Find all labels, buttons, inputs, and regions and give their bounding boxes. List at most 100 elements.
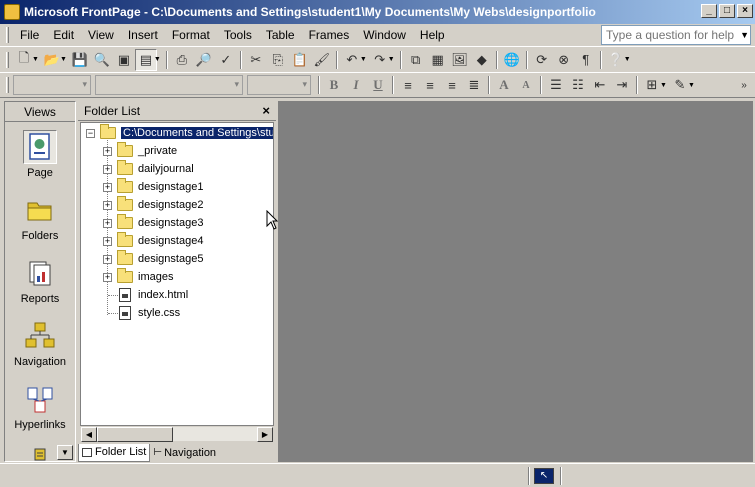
stop-icon[interactable]: ⊗ <box>553 49 575 71</box>
web-component-icon[interactable]: ⧉ <box>405 49 427 71</box>
view-page[interactable]: Page <box>5 130 75 179</box>
menu-format[interactable]: Format <box>165 28 217 42</box>
help-search-dropdown-icon[interactable]: ▼ <box>740 30 749 40</box>
close-folder-list-icon[interactable]: × <box>262 103 270 118</box>
editor-workspace[interactable] <box>278 101 753 462</box>
view-reports[interactable]: Reports <box>5 256 75 305</box>
align-left-icon[interactable]: ≡ <box>397 74 419 96</box>
save-icon[interactable]: 💾 <box>69 49 91 71</box>
maximize-button[interactable]: □ <box>719 4 735 18</box>
toolbar-more-icon[interactable]: » <box>733 74 755 96</box>
tree-folder-images[interactable]: + images <box>103 268 173 286</box>
menu-tools[interactable]: Tools <box>217 28 259 42</box>
expand-icon[interactable]: + <box>103 200 112 210</box>
tree-root[interactable]: − C:\Documents and Settings\stud <box>86 124 273 142</box>
justify-icon[interactable]: ≣ <box>463 74 485 96</box>
undo-dropdown-icon[interactable]: ▼ <box>360 56 367 63</box>
show-all-icon[interactable]: ¶ <box>575 49 597 71</box>
tree-folder-designstage4[interactable]: + designstage4 <box>103 232 203 250</box>
menu-window[interactable]: Window <box>356 28 413 42</box>
tree-file-index[interactable]: index.html <box>117 286 188 304</box>
scroll-thumb[interactable] <box>97 427 173 442</box>
tree-folder-designstage1[interactable]: + designstage1 <box>103 178 203 196</box>
font-combo[interactable] <box>95 75 243 95</box>
publish-icon[interactable]: ▣ <box>113 49 135 71</box>
drawing-icon[interactable]: ◆ <box>471 49 493 71</box>
minimize-button[interactable]: _ <box>701 4 717 18</box>
collapse-icon[interactable]: − <box>86 128 95 138</box>
search-icon[interactable]: 🔍 <box>91 49 113 71</box>
toolbar-options-icon[interactable]: ▼ <box>624 56 631 63</box>
toggle-pane-dropdown-icon[interactable]: ▼ <box>154 56 161 63</box>
menu-insert[interactable]: Insert <box>121 28 165 42</box>
tree-folder-designstage5[interactable]: + designstage5 <box>103 250 203 268</box>
borders-dropdown-icon[interactable]: ▼ <box>660 82 667 89</box>
copy-icon[interactable]: ⎘ <box>267 49 289 71</box>
folder-list-title: Folder List <box>84 103 141 118</box>
style-combo[interactable] <box>13 75 91 95</box>
toolbar-grip[interactable] <box>6 51 9 68</box>
folder-tree-horizontal-scrollbar[interactable]: ◀ ▶ <box>80 426 274 442</box>
views-scroll-down-icon[interactable]: ▼ <box>57 445 73 460</box>
underline-icon[interactable]: U <box>367 74 389 96</box>
view-navigation[interactable]: Navigation <box>5 319 75 368</box>
increase-font-size-icon[interactable]: A <box>493 74 515 96</box>
align-center-icon[interactable]: ≡ <box>419 74 441 96</box>
numbering-icon[interactable]: ☰ <box>545 74 567 96</box>
help-search-input[interactable] <box>601 25 751 45</box>
align-right-icon[interactable]: ≡ <box>441 74 463 96</box>
tab-folder-list[interactable]: Folder List <box>78 443 151 462</box>
expand-icon[interactable]: + <box>103 218 112 228</box>
print-icon[interactable]: ⎙ <box>171 49 193 71</box>
expand-icon[interactable]: + <box>103 146 112 156</box>
menu-help[interactable]: Help <box>413 28 452 42</box>
tree-folder-designstage2[interactable]: + designstage2 <box>103 196 203 214</box>
tree-folder-private[interactable]: + _private <box>103 142 177 160</box>
frontpage-app-icon[interactable] <box>4 4 20 20</box>
expand-icon[interactable]: + <box>103 236 112 246</box>
expand-icon[interactable]: + <box>103 254 112 264</box>
expand-icon[interactable]: + <box>103 182 112 192</box>
increase-indent-icon[interactable]: ⇥ <box>611 74 633 96</box>
menu-file[interactable]: File <box>13 28 46 42</box>
paste-icon[interactable]: 📋 <box>289 49 311 71</box>
insert-picture-icon[interactable]: 🖼 <box>449 49 471 71</box>
new-dropdown-icon[interactable]: ▼ <box>32 56 39 63</box>
font-size-combo[interactable] <box>247 75 311 95</box>
redo-dropdown-icon[interactable]: ▼ <box>388 56 395 63</box>
tab-navigation[interactable]: ⊢ Navigation <box>150 444 219 462</box>
highlight-dropdown-icon[interactable]: ▼ <box>688 82 695 89</box>
tree-folder-dailyjournal[interactable]: + dailyjournal <box>103 160 194 178</box>
hyperlink-icon[interactable]: 🌐 <box>501 49 523 71</box>
print-preview-icon[interactable]: 🔎 <box>193 49 215 71</box>
menu-table[interactable]: Table <box>259 28 302 42</box>
toolbar-grip[interactable] <box>6 77 9 93</box>
tasks-view-icon[interactable] <box>33 445 49 461</box>
expand-icon[interactable]: + <box>103 272 112 282</box>
scroll-left-icon[interactable]: ◀ <box>81 427 97 442</box>
close-button[interactable]: × <box>737 4 753 18</box>
cut-icon[interactable]: ✂ <box>245 49 267 71</box>
view-hyperlinks[interactable]: Hyperlinks <box>5 382 75 431</box>
menu-grip[interactable] <box>6 27 9 43</box>
view-folders[interactable]: Folders <box>5 193 75 242</box>
menu-edit[interactable]: Edit <box>46 28 81 42</box>
decrease-font-size-icon[interactable]: A <box>515 74 537 96</box>
refresh-icon[interactable]: ⟳ <box>531 49 553 71</box>
italic-icon[interactable]: I <box>345 74 367 96</box>
tree-file-style[interactable]: style.css <box>117 304 180 322</box>
format-painter-icon[interactable]: 🖌 <box>311 49 333 71</box>
decrease-indent-icon[interactable]: ⇤ <box>589 74 611 96</box>
bold-icon[interactable]: B <box>323 74 345 96</box>
open-dropdown-icon[interactable]: ▼ <box>60 56 67 63</box>
spelling-icon[interactable]: ✓ <box>215 49 237 71</box>
menu-view[interactable]: View <box>81 28 121 42</box>
insert-table-icon[interactable]: ▦ <box>427 49 449 71</box>
status-indicator-icon[interactable]: ↖ <box>534 468 554 484</box>
tree-folder-designstage3[interactable]: + designstage3 <box>103 214 203 232</box>
bullets-icon[interactable]: ☷ <box>567 74 589 96</box>
expand-icon[interactable]: + <box>103 164 112 174</box>
scroll-right-icon[interactable]: ▶ <box>257 427 273 442</box>
toolbar-separator <box>495 50 498 69</box>
menu-frames[interactable]: Frames <box>302 28 357 42</box>
